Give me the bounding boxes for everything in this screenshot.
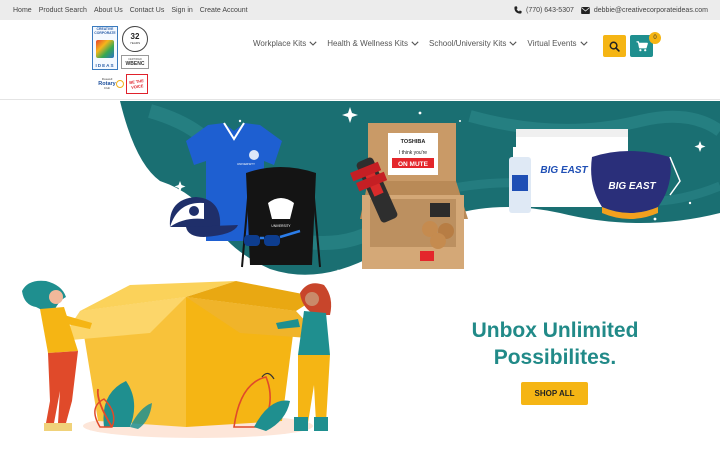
product-search-link[interactable]: Product Search (39, 7, 87, 14)
page: Home Product Search About Us Contact Us … (0, 0, 720, 450)
main-nav: Workplace Kits Health & Wellness Kits Sc… (253, 39, 588, 48)
brand-logo-top-text: CREATIVE CORPORATE (94, 27, 116, 35)
dot (418, 111, 422, 115)
sparkle (657, 233, 671, 247)
be-the-voice-logo: BE THE VOICE (126, 74, 148, 94)
site-header: CREATIVE CORPORATE IDEAS 32 YEARS CERTIF… (0, 20, 720, 100)
mask-brand: BIG EAST (608, 181, 656, 192)
brand-logo-mark (96, 40, 114, 59)
email-address: debbie@creativecorporateideas.com (593, 6, 708, 14)
search-button[interactable] (603, 35, 626, 57)
brand-logo-bottom-text: IDEAS (95, 63, 115, 68)
top-utility-bar: Home Product Search About Us Contact Us … (0, 0, 720, 20)
box-label-brand: TOSHIBA (401, 139, 426, 145)
hero-headline-line2: Possibilites. (493, 346, 617, 369)
phone-contact[interactable]: (770) 643-5307 (514, 6, 574, 14)
top-links: Home Product Search About Us Contact Us … (13, 7, 248, 14)
nav-virtual-events-label: Virtual Events (527, 39, 577, 48)
dot (688, 201, 692, 205)
logo-group: CREATIVE CORPORATE IDEAS 32 YEARS CERTIF… (92, 26, 152, 94)
dot (238, 119, 242, 123)
phone-number: (770) 643-5307 (526, 6, 574, 14)
create-account-link[interactable]: Create Account (200, 7, 248, 14)
rotary-wheel-icon (116, 80, 124, 88)
nav-workplace-kits[interactable]: Workplace Kits (253, 39, 317, 48)
shopping-cart-icon (636, 40, 648, 51)
anniversary-number: 32 (130, 32, 140, 41)
envelope-icon (581, 6, 590, 14)
pouch-brand: BIG EAST (540, 165, 588, 176)
hero-headline-line1: Unbox Unlimited (471, 319, 639, 342)
dot (459, 120, 461, 122)
chevron-down-icon (309, 41, 317, 46)
anniversary-badge: 32 YEARS (122, 26, 148, 52)
bag-print: UNIVERSITY (271, 224, 291, 228)
brand-logo[interactable]: CREATIVE CORPORATE IDEAS (92, 26, 118, 70)
hero-illustration: UNIVERSITY UNIVERSITY TOSHIBA I think yo… (22, 101, 720, 438)
contact-us-link[interactable]: Contact Us (130, 7, 165, 14)
phone-icon (514, 6, 522, 14)
chevron-down-icon (509, 41, 517, 46)
woman-left-illustration (22, 280, 92, 431)
box-label-line2: ON MUTE (398, 161, 429, 168)
rotary-club: Club (103, 86, 111, 90)
nav-virtual-events[interactable]: Virtual Events (527, 39, 588, 48)
chevron-down-icon (579, 41, 588, 46)
hero-headline: Unbox Unlimited Possibilites. (440, 317, 670, 371)
about-us-link[interactable]: About Us (94, 7, 123, 14)
rotary-logo: Roswell Rotary Club (92, 74, 124, 94)
anniversary-label: YEARS (129, 41, 141, 45)
nav-health-wellness-kits-label: Health & Wellness Kits (327, 39, 408, 48)
nav-workplace-kits-label: Workplace Kits (253, 39, 307, 48)
drawstring-bag: UNIVERSITY (241, 167, 321, 268)
nav-school-university-kits[interactable]: School/University Kits (429, 39, 517, 48)
nav-school-university-kits-label: School/University Kits (428, 39, 507, 48)
box-label-line1: I think you're (399, 150, 427, 156)
dot (653, 217, 657, 221)
contact-info: (770) 643-5307 debbie@creativecorporatei… (514, 6, 708, 14)
chevron-down-icon (411, 41, 419, 46)
shop-all-button[interactable]: SHOP ALL (521, 382, 588, 405)
cart-count-badge: 0 (649, 32, 661, 44)
polo-print: UNIVERSITY (237, 162, 255, 166)
wbenc-label: WBENC (125, 60, 145, 67)
email-contact[interactable]: debbie@creativecorporateideas.com (581, 6, 708, 14)
home-link[interactable]: Home (13, 7, 32, 14)
voice-label: BE THE VOICE (128, 77, 145, 89)
nav-health-wellness-kits[interactable]: Health & Wellness Kits (327, 39, 419, 48)
sign-in-link[interactable]: Sign in (171, 7, 192, 14)
sparkle (359, 297, 371, 308)
search-icon (609, 41, 620, 52)
wbenc-badge: CERTIFIED WBENC (121, 55, 149, 69)
sparkle (226, 251, 238, 262)
hero-banner: UNIVERSITY UNIVERSITY TOSHIBA I think yo… (0, 101, 720, 450)
